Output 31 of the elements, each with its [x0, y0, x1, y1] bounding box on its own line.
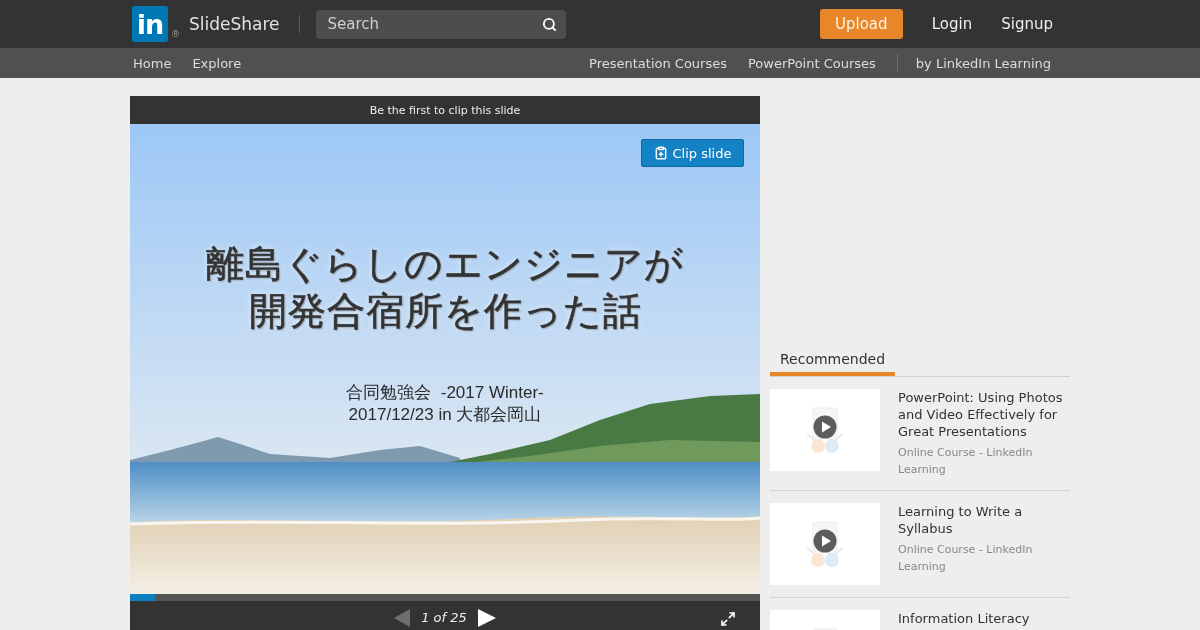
page-counter: 1 of 25 [421, 610, 467, 626]
fullscreen-icon[interactable] [720, 611, 736, 627]
logo-mark[interactable]: in [132, 6, 168, 42]
nav-link[interactable]: Explore [192, 55, 242, 71]
nav-link[interactable]: PowerPoint Courses [748, 55, 876, 71]
course-meta: Online Course - LinkedIn Learning [898, 542, 1034, 575]
slide-subtitle-line: 合同勉強会 -2017 Winter- [346, 382, 544, 404]
search-field[interactable]: Search [315, 9, 566, 39]
sidebar-tab[interactable]: Recommended [770, 346, 896, 376]
slide-title-line: 離島ぐらしのエンジニアが [206, 241, 684, 288]
course-title[interactable]: Information Literacy [898, 610, 1070, 627]
next-arrow-icon[interactable] [477, 609, 496, 627]
nav-link[interactable]: by LinkedIn Learning [915, 55, 1051, 71]
header-link[interactable]: Signup [1001, 15, 1053, 33]
nav-link[interactable]: Presentation Courses [589, 55, 727, 71]
course-thumbnail[interactable] [770, 389, 880, 471]
clip-slide-button[interactable]: Clip slide [641, 139, 744, 167]
slide-title-line: 開発合宿所を作った話 [248, 288, 642, 335]
nav-link[interactable]: Home [133, 55, 172, 71]
registered-mark: ® [171, 29, 180, 39]
search-icon[interactable] [541, 16, 557, 32]
slide-subtitle-line: 2017/12/23 in 大都会岡山 [348, 404, 542, 426]
course-meta: Online Course - LinkedIn Learning [898, 445, 1034, 478]
clipboard-plus-icon [653, 146, 668, 160]
progress-track[interactable] [130, 594, 760, 601]
clip-banner: Be the first to clip this slide [130, 96, 760, 124]
course-title[interactable]: PowerPoint: Using Photos and Video Effectively for Great Presentations [898, 389, 1070, 440]
course-thumbnail[interactable] [770, 503, 880, 585]
header-link[interactable]: Login [931, 15, 973, 33]
course-title[interactable]: Learning to Write a Syllabus [898, 503, 1070, 537]
brand-name[interactable]: SlideShare [189, 14, 280, 34]
